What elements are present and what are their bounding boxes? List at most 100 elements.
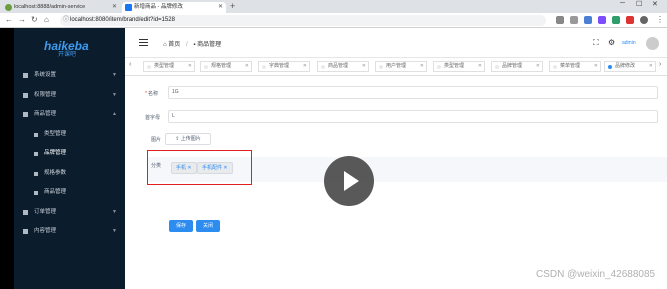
- browser-tab-1[interactable]: localhost:8888/admin-service ✕: [2, 2, 120, 13]
- site-icon: [125, 4, 132, 11]
- tag-item[interactable]: 品牌管理 ✕: [491, 61, 543, 72]
- name-input[interactable]: 1G: [168, 86, 658, 99]
- extension-icon[interactable]: [598, 16, 606, 24]
- image-label: 图片: [151, 137, 162, 143]
- sidebar-item-goods[interactable]: 商品管理 ▲: [14, 105, 125, 125]
- close-tab-icon[interactable]: ✕: [112, 2, 117, 13]
- fullscreen-icon[interactable]: ⛶: [593, 38, 599, 48]
- tag-item[interactable]: 类型管理 ✕: [433, 61, 485, 72]
- reload-icon[interactable]: ↻: [31, 15, 38, 24]
- close-icon[interactable]: ✕: [188, 62, 192, 71]
- save-button[interactable]: 保存: [169, 220, 193, 232]
- sidebar-item-label: 商品管理: [34, 111, 57, 117]
- minimize-icon[interactable]: ─: [620, 0, 625, 7]
- user-name[interactable]: admin: [622, 40, 636, 46]
- more-icon[interactable]: ⋮: [656, 15, 664, 24]
- sidebar-item-system[interactable]: 系统设置 ▼: [14, 66, 125, 86]
- close-icon[interactable]: ✕: [536, 62, 540, 71]
- tag-label: 规格管理: [211, 63, 232, 69]
- play-icon[interactable]: [324, 156, 374, 206]
- dot-icon: [204, 64, 208, 69]
- tags-bar: ‹ 类型管理 ✕ 规格管理 ✕ 字典管理 ✕ 商品管理 ✕ 用户管理 ✕ 类型管理 ✕ 品牌…: [125, 58, 667, 76]
- tag-label: 字典管理: [269, 63, 290, 69]
- name-label: *名称: [145, 91, 158, 97]
- sidebar-item-brand[interactable]: 品牌管理: [14, 144, 125, 164]
- tag-item[interactable]: 用户管理 ✕: [375, 61, 427, 72]
- extension-icon[interactable]: [556, 16, 564, 24]
- dot-icon: [495, 64, 499, 69]
- close-icon[interactable]: ✕: [649, 62, 653, 71]
- tag-item[interactable]: 菜单管理 ✕: [549, 61, 601, 72]
- close-window-icon[interactable]: ✕: [652, 0, 658, 8]
- tag-item[interactable]: 规格管理 ✕: [200, 61, 252, 72]
- menu-icon: [23, 112, 28, 117]
- watermark: CSDN @weixin_42688085: [536, 269, 656, 280]
- home-icon[interactable]: ⌂: [44, 15, 49, 24]
- dot-icon: [608, 64, 612, 69]
- browser-tabbar: localhost:8888/admin-service ✕ 新增商品 - 品牌…: [0, 0, 667, 13]
- close-icon[interactable]: ✕: [478, 62, 482, 71]
- initial-input[interactable]: L: [168, 110, 658, 123]
- admin-app: haikeba 开课吧 系统设置 ▼ 权限管理 ▼ 商品管理 ▲ 类型管理 品牌管理 …: [0, 28, 667, 289]
- sidebar-item-product[interactable]: 商品管理: [14, 183, 125, 203]
- menu-toggle-icon[interactable]: [139, 39, 148, 46]
- dot-icon: [437, 64, 441, 69]
- sidebar-item-permission[interactable]: 权限管理 ▼: [14, 86, 125, 106]
- settings-icon[interactable]: ⚙: [608, 38, 615, 47]
- menu-icon: [34, 152, 38, 156]
- breadcrumb: ⌂ 首页 / ▪ 商品管理: [163, 42, 222, 48]
- dot-icon: [262, 64, 266, 69]
- sidebar-item-spec[interactable]: 规格参数: [14, 164, 125, 184]
- folder-icon: ▪: [193, 42, 196, 48]
- star-icon[interactable]: [570, 16, 578, 24]
- sidebar-item-content[interactable]: 内容管理 ▼: [14, 222, 125, 242]
- browser-tab-2[interactable]: 新增商品 - 品牌修改 ✕: [122, 2, 226, 13]
- close-button[interactable]: 关闭: [196, 220, 220, 232]
- menu-icon: [23, 229, 28, 234]
- extension-icon[interactable]: [626, 16, 634, 24]
- tag-item[interactable]: 商品管理 ✕: [317, 61, 369, 72]
- tag-item-active[interactable]: 品牌修改 ✕: [604, 61, 656, 72]
- sidebar-item-order[interactable]: 订单管理 ▼: [14, 203, 125, 223]
- sidebar-item-label: 品牌管理: [44, 150, 67, 156]
- upload-button[interactable]: ⇪ 上传图片: [165, 133, 211, 145]
- forward-icon[interactable]: →: [18, 15, 26, 24]
- close-icon[interactable]: ✕: [303, 62, 307, 71]
- profile-icon[interactable]: [640, 16, 648, 24]
- dot-icon: [379, 64, 383, 69]
- logo: haikeba 开课吧: [44, 37, 104, 58]
- highlight-box: [147, 150, 252, 185]
- sidebar-item-label: 订单管理: [34, 208, 57, 215]
- chevron-right-icon[interactable]: ›: [659, 61, 661, 68]
- menu-icon: [34, 191, 38, 195]
- sidebar-item-type[interactable]: 类型管理: [14, 125, 125, 145]
- video-frame: localhost:8888/admin-service ✕ 新增商品 - 品牌…: [0, 0, 667, 289]
- dot-icon: [553, 64, 557, 69]
- menu-icon: [34, 171, 38, 176]
- maximize-icon[interactable]: ☐: [636, 0, 642, 8]
- menu-icon: [23, 92, 28, 98]
- back-icon[interactable]: ←: [5, 15, 13, 24]
- new-tab-icon[interactable]: +: [230, 1, 235, 11]
- close-icon[interactable]: ✕: [594, 62, 598, 71]
- menu-icon: [23, 209, 28, 215]
- tag-item[interactable]: 类型管理 ✕: [143, 61, 195, 72]
- logo-sub: 开课吧: [58, 52, 77, 58]
- avatar[interactable]: [646, 37, 659, 50]
- extension-icon[interactable]: [584, 16, 592, 24]
- chevron-left-icon[interactable]: ‹: [129, 61, 131, 68]
- extension-icon[interactable]: [612, 16, 620, 24]
- tag-label: 品牌修改: [615, 63, 636, 69]
- breadcrumb-current: 商品管理: [197, 42, 222, 48]
- url-field[interactable]: ⓘ localhost:8080/item/brand/edit?id=1528: [60, 15, 546, 26]
- breadcrumb-home[interactable]: 首页: [168, 42, 180, 48]
- tag-label: 菜单管理: [560, 63, 581, 69]
- close-icon[interactable]: ✕: [420, 62, 424, 71]
- tag-label: 商品管理: [328, 63, 349, 69]
- tag-item[interactable]: 字典管理 ✕: [258, 61, 310, 72]
- close-icon[interactable]: ✕: [362, 62, 366, 71]
- close-icon[interactable]: ✕: [245, 62, 249, 71]
- close-tab-icon[interactable]: ✕: [218, 2, 223, 13]
- sidebar-item-label: 商品管理: [44, 189, 67, 195]
- menu-icon: [34, 132, 38, 137]
